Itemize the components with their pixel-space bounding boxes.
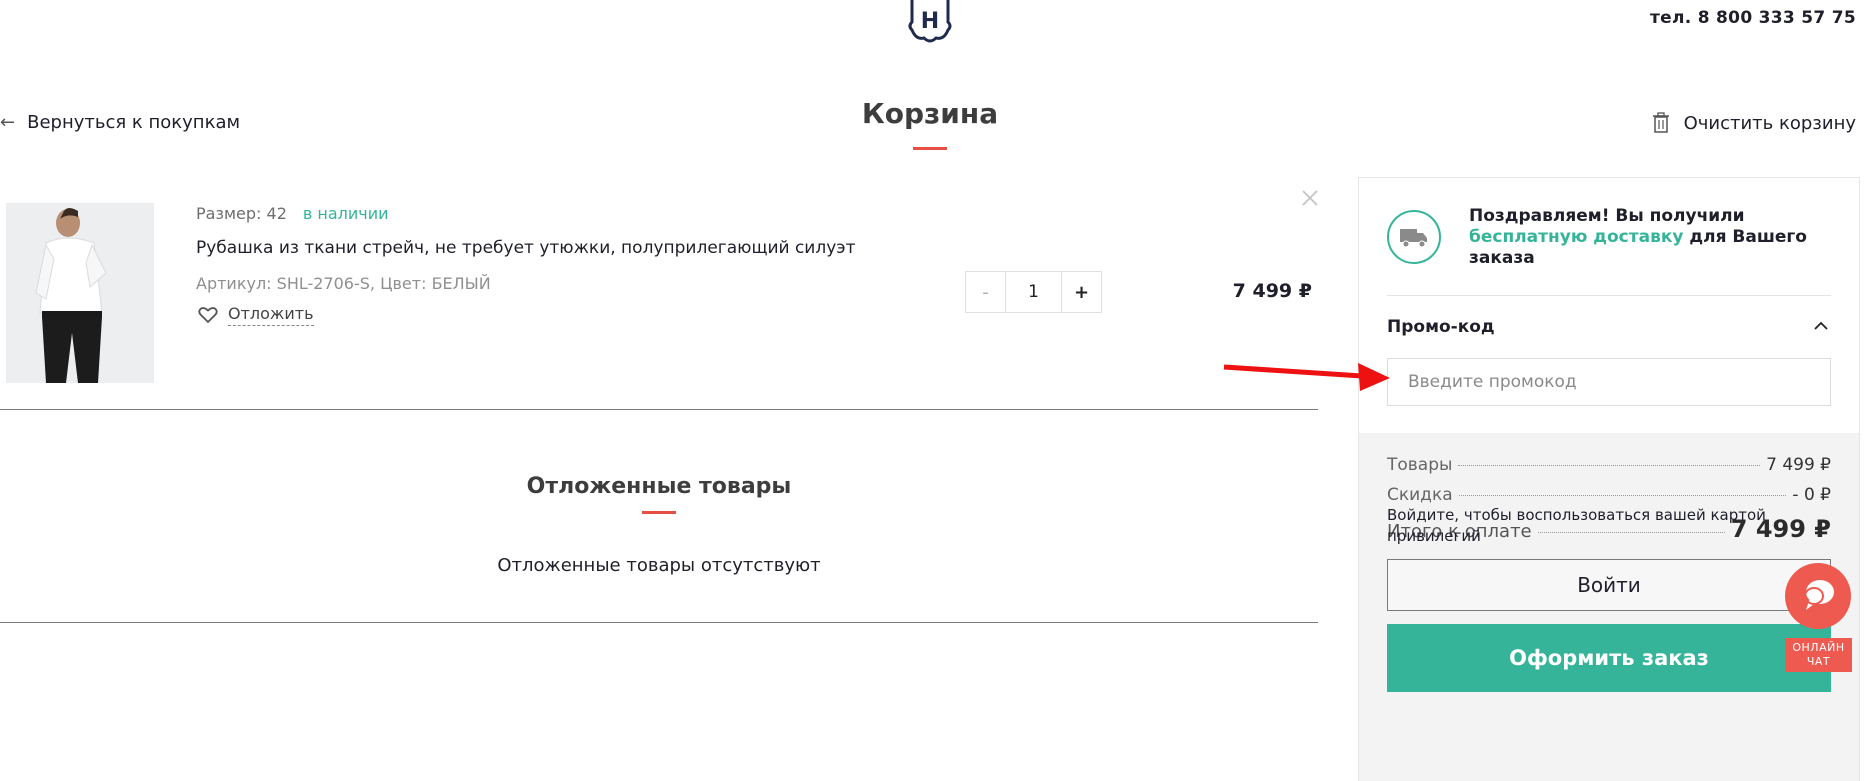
annotation-arrow-icon: [1223, 363, 1390, 391]
truck-icon: [1400, 229, 1427, 248]
discount-value: - 0 ₽: [1792, 485, 1831, 505]
order-summary-panel: Поздравляем! Вы получили бесплатную дост…: [1358, 177, 1860, 781]
promo-code-label[interactable]: Промо-код: [1387, 317, 1495, 337]
item-size: Размер: 42: [196, 204, 287, 223]
chat-label-line2: ЧАТ: [1806, 655, 1831, 668]
checkout-button[interactable]: Оформить заказ: [1387, 624, 1831, 692]
brand-logo[interactable]: Н: [900, 0, 960, 44]
online-chat-button[interactable]: [1785, 563, 1851, 629]
save-for-later-button[interactable]: Отложить: [198, 304, 314, 326]
deferred-empty-message: Отложенные товары отсутствуют: [497, 555, 821, 576]
discount-label: Скидка: [1387, 485, 1453, 505]
quantity-stepper: - +: [965, 271, 1102, 313]
goods-label: Товары: [1387, 455, 1453, 475]
leader-dots: [1458, 495, 1787, 496]
trash-icon: [1652, 112, 1669, 133]
deferred-section-title: Отложенные товары: [526, 474, 792, 499]
size-row: Размер: 42 в наличии: [196, 204, 389, 223]
product-image[interactable]: [6, 203, 154, 383]
panel-top-section: Поздравляем! Вы получили бесплатную дост…: [1359, 178, 1859, 433]
online-chat-label[interactable]: ОНЛАЙН ЧАТ: [1785, 638, 1852, 672]
title-underline: [913, 147, 947, 150]
page-title: Корзина: [861, 97, 999, 130]
free-delivery-highlight: бесплатную доставку: [1469, 227, 1684, 247]
item-price: 7 499 ₽: [1232, 280, 1312, 302]
discount-row: Скидка - 0 ₽: [1387, 485, 1831, 505]
goods-row: Товары 7 499 ₽: [1387, 455, 1831, 475]
leader-dots: [1458, 465, 1761, 466]
increase-quantity-button[interactable]: +: [1061, 272, 1101, 312]
divider: [0, 622, 1318, 623]
decrease-quantity-button[interactable]: -: [966, 272, 1006, 312]
quantity-input[interactable]: [1006, 272, 1061, 312]
free-delivery-message: Поздравляем! Вы получили бесплатную дост…: [1469, 206, 1839, 269]
logo-letter: Н: [921, 9, 939, 34]
delivery-badge: [1387, 210, 1441, 264]
close-icon[interactable]: [1300, 188, 1320, 208]
phone-number[interactable]: тел. 8 800 333 57 75: [1650, 8, 1856, 28]
divider: [0, 409, 1318, 410]
congrats-prefix: Поздравляем! Вы получили: [1469, 206, 1745, 226]
availability-badge: в наличии: [302, 204, 389, 223]
clear-cart-label: Очистить корзину: [1683, 112, 1856, 134]
login-hint: Войдите, чтобы воспользоваться вашей кар…: [1387, 506, 1766, 545]
login-button[interactable]: Войти: [1387, 559, 1831, 611]
chevron-up-icon[interactable]: [1811, 316, 1831, 336]
save-for-later-label: Отложить: [228, 304, 314, 326]
product-name[interactable]: Рубашка из ткани стрейч, не требует утюж…: [196, 238, 856, 258]
clear-cart-button[interactable]: Очистить корзину: [1652, 112, 1856, 134]
goods-value: 7 499 ₽: [1766, 455, 1831, 475]
product-sku: Артикул: SHL-2706-S, Цвет: БЕЛЫЙ: [196, 274, 491, 293]
chat-label-line1: ОНЛАЙН: [1792, 641, 1845, 654]
divider: [1387, 295, 1831, 296]
panel-totals-section: Товары 7 499 ₽ Скидка - 0 ₽ Итого к опла…: [1359, 433, 1859, 781]
deferred-title-underline: [642, 511, 676, 514]
chat-bubble-icon: [1804, 580, 1834, 610]
promo-code-input[interactable]: [1387, 358, 1831, 406]
heart-icon: [198, 307, 218, 324]
